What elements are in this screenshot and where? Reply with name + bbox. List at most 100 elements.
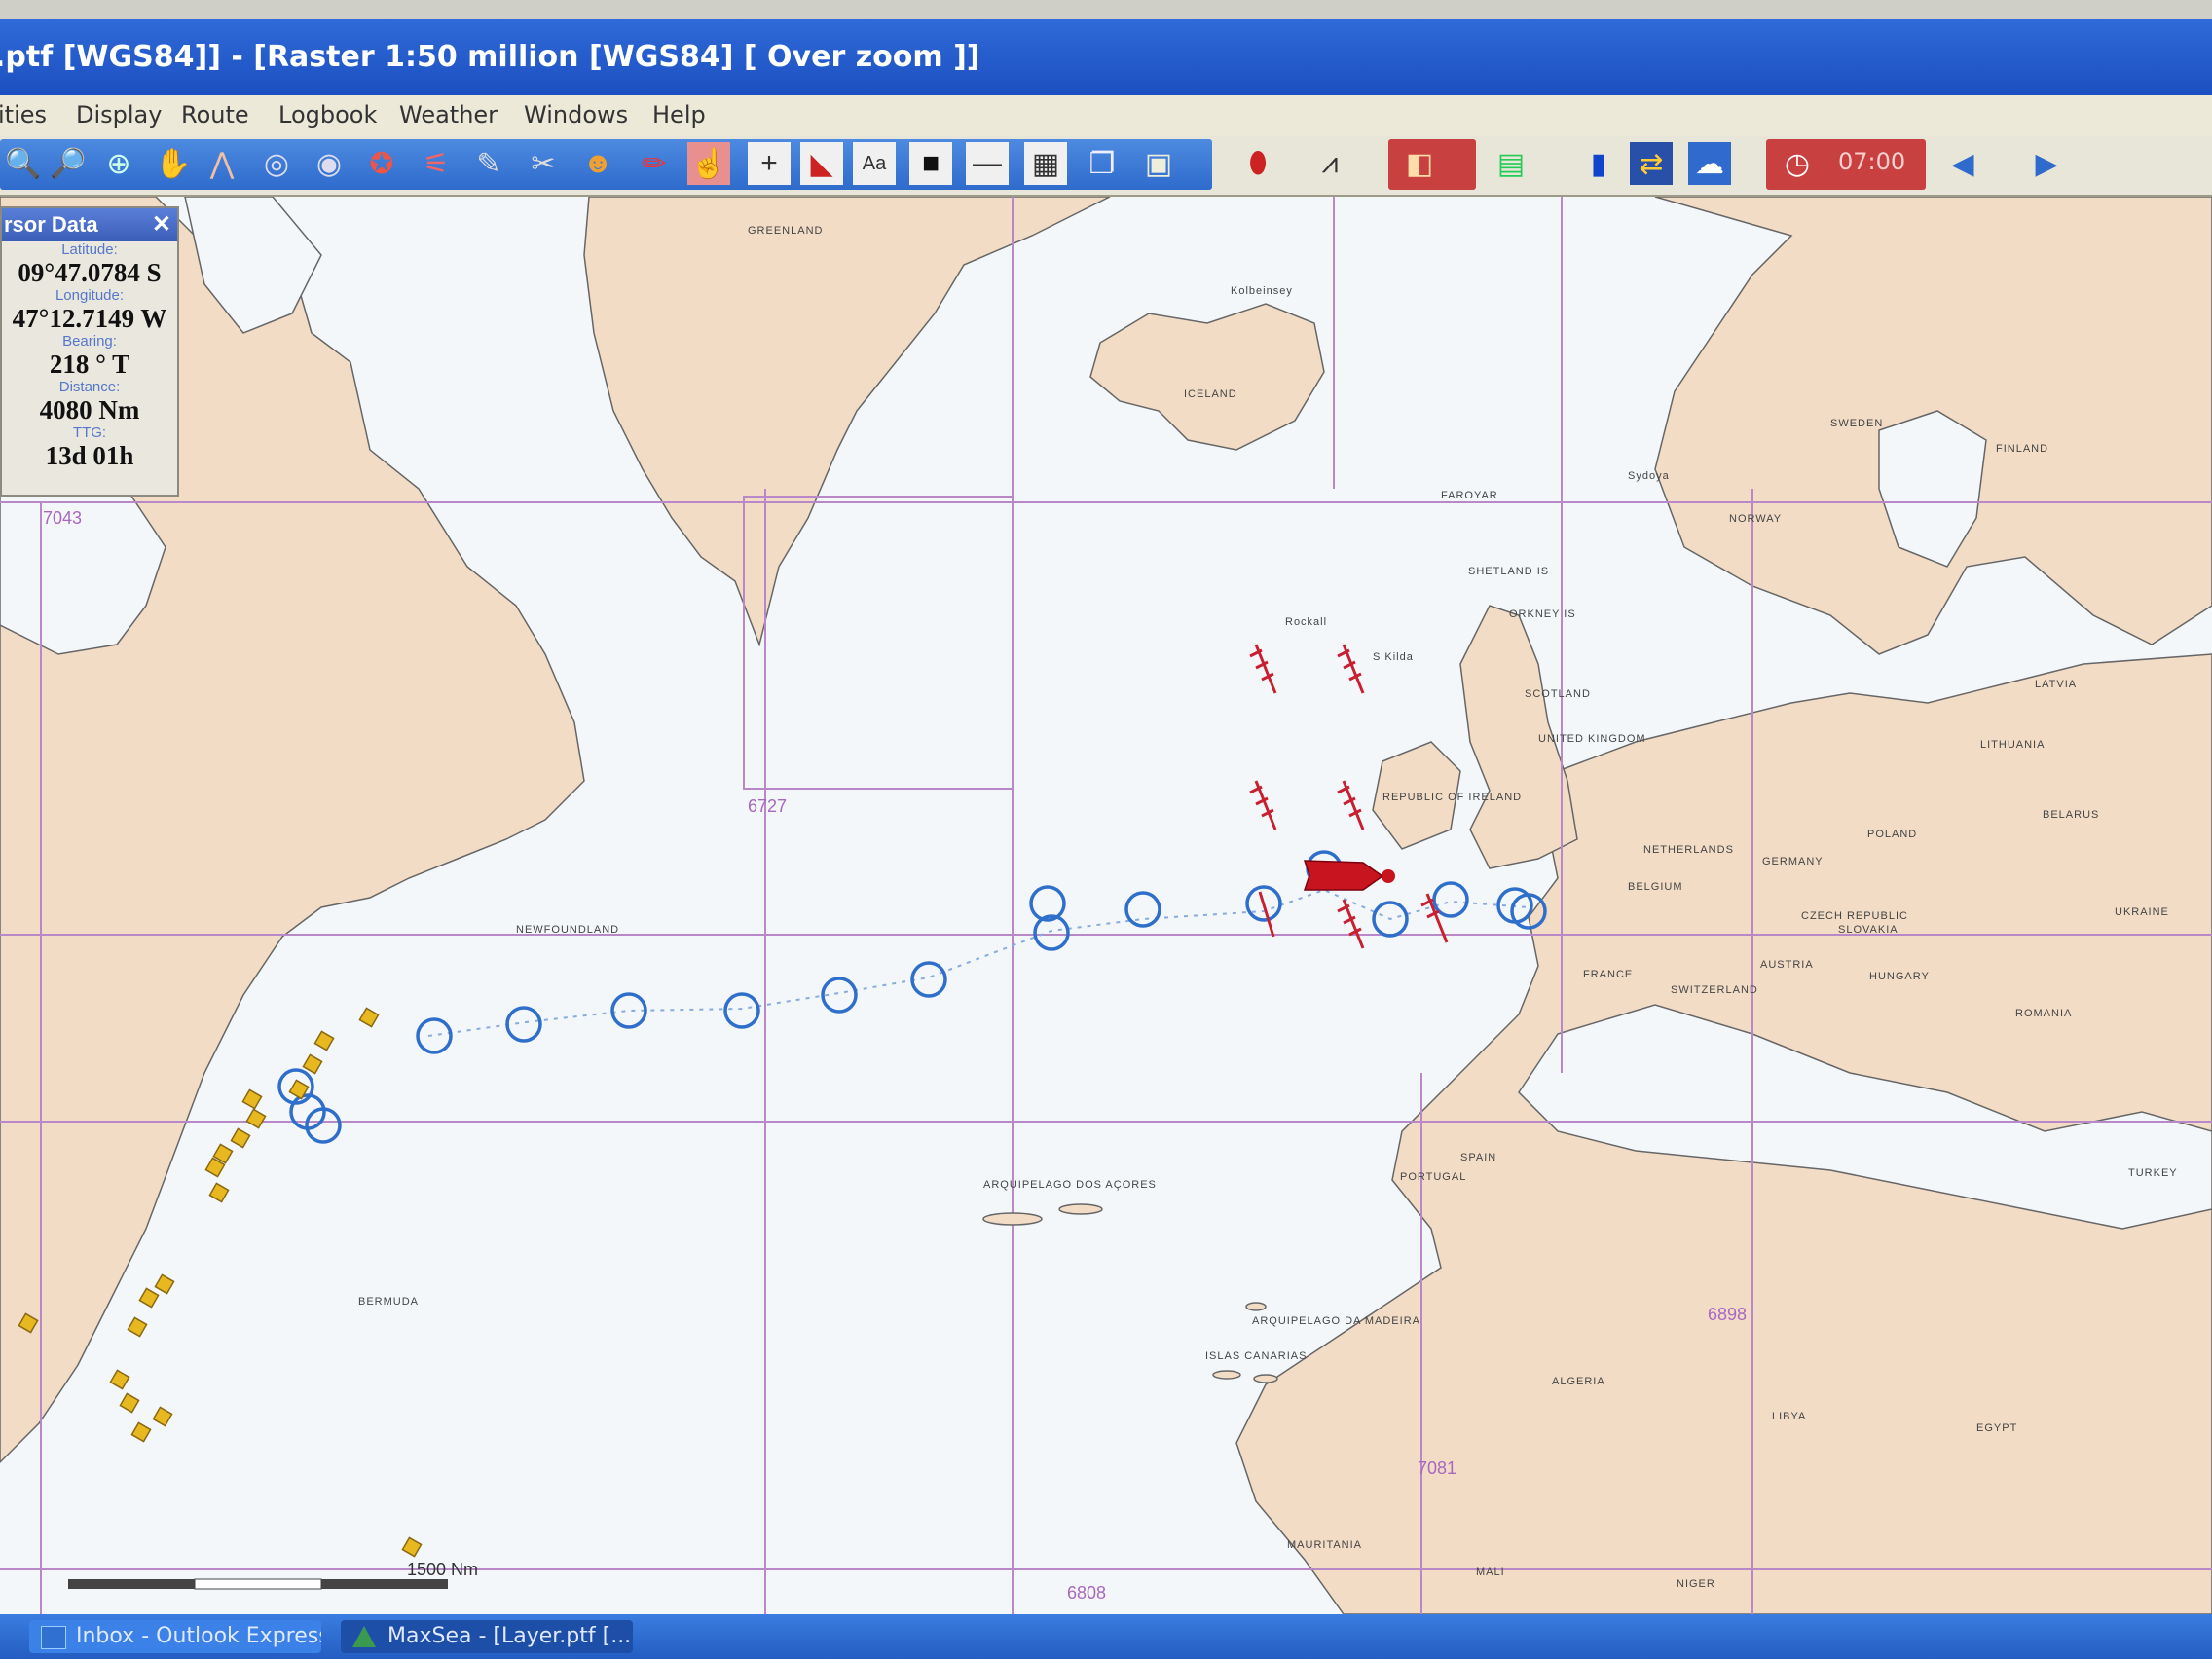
chart-number: 6898 <box>1708 1305 1747 1324</box>
scale-bar: 1500 Nm <box>68 1560 478 1590</box>
mark-icon[interactable]: ◎ <box>255 142 298 185</box>
map-canvas: 1500 Nm 7043 6727 6898 7081 6808 GREENLA… <box>0 197 2212 1614</box>
label-poland: POLAND <box>1867 829 1917 840</box>
taskbar-item-label: MaxSea - [Layer.ptf [... <box>387 1624 632 1648</box>
map-layer-icon[interactable]: ◧ <box>1398 142 1441 185</box>
label-egypt: EGYPT <box>1976 1422 2017 1434</box>
label-greenland: GREENLAND <box>748 225 823 237</box>
label-ukraine: UKRAINE <box>2115 906 2169 918</box>
chart-number: 6808 <box>1067 1583 1106 1603</box>
ttg-label: TTG: <box>72 424 107 441</box>
label-czech: CZECH REPUBLIC <box>1801 910 1908 922</box>
chart-tool-icon[interactable]: ◣ <box>800 142 843 185</box>
distance-value: 4080 Nm <box>39 395 140 424</box>
text-tool-icon[interactable]: Aa <box>853 142 896 185</box>
touch-icon[interactable]: ☝ <box>687 142 730 185</box>
taskbar-item-maxsea[interactable]: MaxSea - [Layer.ptf [... <box>341 1620 633 1653</box>
waypoint <box>1124 891 1161 928</box>
face-icon[interactable]: ☻ <box>576 142 619 185</box>
zoom-area-icon[interactable]: ⊕ <box>97 142 140 185</box>
menu-windows[interactable]: Windows <box>524 101 628 129</box>
label-belarus: BELARUS <box>2043 809 2099 821</box>
waypoint <box>416 1017 453 1054</box>
zoom-in-icon[interactable]: 🔍 <box>2 142 45 185</box>
plus-icon[interactable]: + <box>748 142 791 185</box>
label-mali: MALI <box>1476 1567 1505 1578</box>
menu-display[interactable]: Display <box>76 101 162 129</box>
longitude-value: 47°12.7149 W <box>12 304 167 333</box>
scissors-icon[interactable]: ✂ <box>522 142 565 185</box>
taskbar-item-outlook[interactable]: Inbox - Outlook Express <box>29 1620 321 1653</box>
target-icon[interactable]: ◉ <box>308 142 350 185</box>
pan-hand-icon[interactable]: ✋ <box>152 142 195 185</box>
taskbar: Inbox - Outlook Express MaxSea - [Layer.… <box>0 1614 2212 1659</box>
menu-weather[interactable]: Weather <box>399 101 498 129</box>
window-titlebar[interactable]: .ptf [WGS84]] - [Raster 1:50 million [WG… <box>0 19 2212 95</box>
label-shetland: SHETLAND IS <box>1468 566 1549 577</box>
label-austria: AUSTRIA <box>1760 959 1814 971</box>
zoom-out-icon[interactable]: 🔎 <box>47 142 90 185</box>
weather-image-icon[interactable]: ☁ <box>1688 142 1731 185</box>
menu-logbook[interactable]: Logbook <box>278 101 377 129</box>
label-slovakia: SLOVAKIA <box>1838 924 1899 936</box>
label-switzerland: SWITZERLAND <box>1671 984 1758 996</box>
label-germany: GERMANY <box>1762 856 1824 867</box>
label-romania: ROMANIA <box>2015 1008 2072 1019</box>
life-ring-icon[interactable]: ✪ <box>360 142 403 185</box>
longitude-label: Longitude: <box>55 287 125 304</box>
panel-icon[interactable]: ▮ <box>1577 142 1620 185</box>
image-icon[interactable]: ▣ <box>1137 142 1180 185</box>
grid-layer-icon[interactable]: ▤ <box>1490 142 1532 185</box>
ttg-value: 13d 01h <box>45 441 134 470</box>
label-norway: NORWAY <box>1729 513 1782 525</box>
land-greenland <box>583 197 1111 647</box>
back-arrow-icon[interactable]: ◀ <box>1941 142 1984 185</box>
distance-label: Distance: <box>58 379 121 395</box>
label-niger: NIGER <box>1677 1578 1715 1590</box>
waypoint <box>610 992 647 1029</box>
pen-icon[interactable]: ✎ <box>467 142 510 185</box>
label-canarias: ISLAS CANARIAS <box>1205 1350 1307 1362</box>
label-mauritania: MAURITANIA <box>1287 1539 1362 1551</box>
menu-route[interactable]: Route <box>181 101 249 129</box>
hatch-icon[interactable]: ▦ <box>1024 142 1067 185</box>
time-display[interactable]: 07:00 <box>1838 148 1905 175</box>
cursor-data-header[interactable]: rsor Data ✕ <box>2 208 177 241</box>
maxsea-icon <box>352 1626 376 1647</box>
route-tool-icon[interactable]: ⋀ <box>201 142 243 185</box>
layer-icon[interactable]: ❐ <box>1081 142 1124 185</box>
menu-utilities[interactable]: ities <box>0 101 47 129</box>
chart-map[interactable]: 1500 Nm 7043 6727 6898 7081 6808 GREENLA… <box>0 197 2212 1614</box>
label-scotland: SCOTLAND <box>1525 688 1591 700</box>
label-spain: SPAIN <box>1460 1152 1496 1163</box>
latitude-value: 09°47.0784 S <box>18 258 162 287</box>
waypoint-tool-icon[interactable]: ⚟ <box>415 142 458 185</box>
close-icon[interactable]: ✕ <box>152 208 171 241</box>
label-madeira: ARQUIPELAGO DA MADEIRA <box>1252 1315 1420 1327</box>
swap-icon[interactable]: ⇄ <box>1630 142 1673 185</box>
route-line <box>427 888 1530 1037</box>
pencil-icon[interactable]: ✏ <box>633 142 676 185</box>
vessel-icon <box>1303 860 1395 891</box>
menu-help[interactable]: Help <box>652 101 706 129</box>
line-style-icon[interactable]: — <box>966 142 1009 185</box>
label-newfoundland: NEWFOUNDLAND <box>516 924 619 936</box>
north-arrow-icon[interactable]: ⩘ <box>1309 142 1351 185</box>
label-lithuania: LITHUANIA <box>1980 739 2045 751</box>
label-ireland: REPUBLIC OF IRELAND <box>1382 792 1522 803</box>
clock-icon[interactable]: ◷ <box>1776 142 1819 185</box>
chart-number: 7043 <box>43 508 82 528</box>
cursor-data-title: rsor Data <box>4 212 98 237</box>
forward-arrow-icon[interactable]: ▶ <box>2025 142 2068 185</box>
label-stkilda: S Kilda <box>1373 651 1414 663</box>
bearing-value: 218 ° T <box>49 350 130 379</box>
mail-icon <box>41 1626 66 1649</box>
fill-color-icon[interactable]: ■ <box>909 142 952 185</box>
toolbar: 🔍 🔎 ⊕ ✋ ⋀ ◎ ◉ ✪ ⚟ ✎ ✂ ☻ ✏ ☝ + ◣ Aa ■ — ▦… <box>0 136 2212 197</box>
label-syd: Sydoya <box>1628 470 1670 482</box>
label-belgium: BELGIUM <box>1628 881 1683 893</box>
label-orkney: ORKNEY IS <box>1509 608 1576 620</box>
scale-label: 1500 Nm <box>407 1560 478 1579</box>
marker-icon[interactable]: ⬮ <box>1236 142 1279 185</box>
waypoint <box>910 961 947 998</box>
